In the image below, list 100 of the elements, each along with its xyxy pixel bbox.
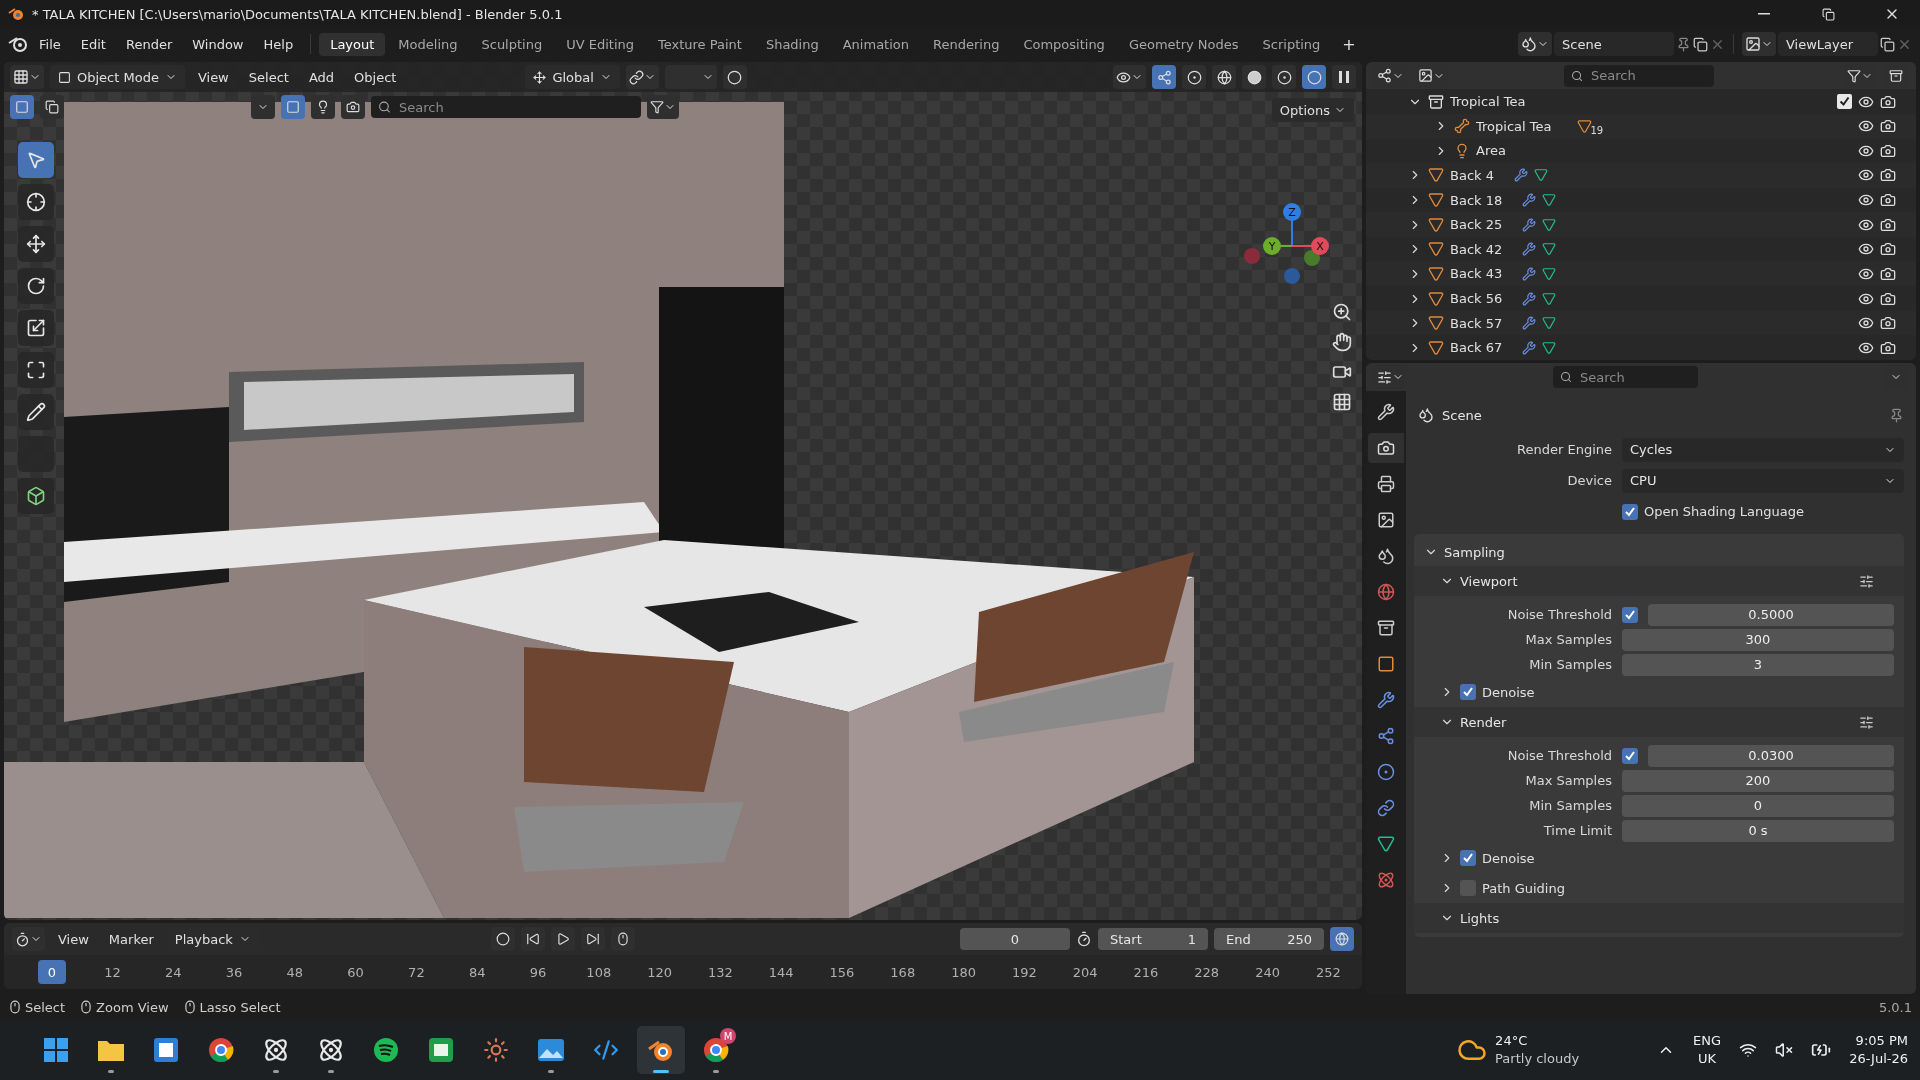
workspace-tab[interactable]: Rendering (922, 32, 1011, 56)
frame-number: 12 (103, 964, 122, 980)
number-field[interactable]: 0.0300 (1648, 744, 1894, 767)
subpanel-title[interactable]: Render (1460, 714, 1507, 730)
end-frame-field[interactable]: End 250 (1214, 928, 1324, 950)
frame-number: 72 (407, 964, 426, 980)
mode-dropdown[interactable]: Object Mode (50, 65, 185, 89)
outliner-item-name[interactable]: Back 18 (1450, 192, 1503, 208)
checkbox-label: Open Shading Language (1644, 504, 1804, 519)
menu-item[interactable]: Edit (71, 33, 115, 55)
panel-title[interactable]: Sampling (1444, 544, 1505, 560)
viewport-menu-item[interactable]: Add (301, 69, 342, 85)
dropdown-field[interactable]: CPU (1622, 468, 1904, 493)
frame-number: 96 (528, 964, 548, 980)
workspace-tab[interactable]: Modeling (387, 32, 469, 56)
frame-number: 24 (163, 964, 183, 980)
frame-number: 48 (285, 964, 305, 980)
mesh-count: 19 (1590, 124, 1604, 136)
taskbar-app[interactable]: M (692, 1026, 740, 1074)
workspace-tab[interactable]: Compositing (1012, 32, 1116, 56)
outliner-item-name[interactable]: Tropical Tea (1476, 118, 1552, 134)
navigation-gizmo[interactable]: Z Y X (1232, 194, 1342, 294)
outliner-item-name[interactable]: Back 43 (1450, 266, 1503, 282)
dropdown-field[interactable]: Cycles (1622, 437, 1904, 462)
outliner-item-name[interactable]: Area (1476, 143, 1506, 159)
outliner-item-name[interactable]: Back 42 (1450, 241, 1503, 257)
workspace-tab[interactable]: Layout (319, 32, 386, 56)
outliner-item-name[interactable]: Tropical Tea (1450, 94, 1526, 110)
viewport-search-field[interactable]: Search (396, 98, 634, 116)
number-field[interactable]: 300 (1622, 628, 1894, 651)
frame-number: 192 (1010, 964, 1038, 980)
current-frame-field[interactable]: 0 (960, 928, 1070, 950)
frame-number: 120 (646, 964, 673, 980)
number-field[interactable]: 0.5000 (1648, 603, 1894, 626)
number-field[interactable]: 3 (1622, 653, 1894, 676)
number-field[interactable]: 200 (1622, 769, 1894, 792)
viewport-menu-item[interactable]: View (190, 69, 236, 85)
viewport-search-box[interactable]: Search (371, 96, 641, 118)
status-hint: Select (25, 999, 66, 1015)
frame-number: 204 (1071, 964, 1099, 980)
timeline-menu-item[interactable]: Marker (101, 931, 161, 947)
frame-number: 240 (1254, 964, 1281, 980)
notification-badge: M (720, 1028, 736, 1044)
outliner-search-box[interactable]: Search (1564, 64, 1714, 87)
viewport-menu-item[interactable]: Object (347, 69, 404, 85)
status-hint: Zoom View (96, 999, 169, 1015)
menu-item[interactable]: Help (254, 33, 303, 55)
frame-number: 168 (889, 964, 917, 980)
clock-time[interactable]: 9:05 PM (1855, 1032, 1908, 1050)
window-title: * TALA KITCHEN [C:\Users\mario\Documents\TALA KITCHEN.blend] - Blender 5.0.1 (32, 6, 564, 22)
field-label: Noise Threshold (1506, 748, 1612, 763)
field-label: Render Engine (1516, 442, 1612, 457)
outliner-item-name[interactable]: Back 67 (1450, 340, 1503, 356)
viewport-menu-item[interactable]: Select (241, 69, 296, 85)
subpanel-title[interactable]: Path Guiding (1482, 880, 1565, 896)
language-indicator[interactable]: UK (1698, 1050, 1717, 1068)
frame-number: 180 (950, 964, 977, 980)
field-label: Time Limit (1542, 823, 1612, 838)
properties-search-field[interactable]: Search (1578, 368, 1691, 386)
version-label: 5.0.1 (1878, 999, 1912, 1015)
workspace-tab[interactable]: Scripting (1251, 32, 1332, 56)
menu-item[interactable]: Render (116, 33, 182, 55)
outliner-search-field[interactable]: Search (1589, 67, 1707, 85)
status-hint: Lasso Select (199, 999, 281, 1015)
clock-date[interactable]: 26-Jul-26 (1849, 1050, 1908, 1068)
timeline-menu-item[interactable]: View (51, 931, 96, 947)
field-label: Device (1566, 473, 1612, 488)
workspace-tab[interactable]: Texture Paint (647, 32, 753, 56)
workspace-tab[interactable]: Animation (831, 32, 920, 56)
workspace-tab[interactable]: Geometry Nodes (1117, 32, 1250, 56)
view-layer-field[interactable]: ViewLayer (1778, 32, 1878, 56)
workspace-tab[interactable]: Sculpting (470, 32, 554, 56)
frame-number: 132 (706, 964, 734, 980)
weather-text: Partly cloudy (1495, 1050, 1580, 1068)
outliner-item-name[interactable]: Back 57 (1450, 315, 1503, 331)
subpanel-title[interactable]: Lights (1460, 910, 1500, 926)
orientation-dropdown[interactable]: Global (525, 65, 620, 89)
menu-item[interactable]: File (30, 33, 70, 55)
number-field[interactable]: 0 (1622, 794, 1894, 817)
temperature: 24°C (1495, 1032, 1528, 1050)
workspace-tab[interactable]: UV Editing (555, 32, 645, 56)
workspace-tab[interactable]: Shading (754, 32, 830, 56)
outliner-item-name[interactable]: Back 56 (1450, 291, 1503, 307)
menu-item[interactable]: Window (183, 33, 253, 55)
properties-search-box[interactable]: Search (1553, 366, 1698, 388)
options-dropdown[interactable]: Options (1271, 98, 1354, 122)
subpanel-title[interactable]: Denoise (1482, 850, 1535, 866)
add-workspace-button[interactable]: + (1333, 31, 1365, 57)
frame-number: 216 (1132, 964, 1160, 980)
number-field[interactable]: 0 s (1622, 819, 1894, 842)
frame-number: 252 (1314, 964, 1342, 980)
playhead[interactable]: 0 (38, 960, 66, 984)
outliner-item-name[interactable]: Back 4 (1450, 168, 1494, 183)
start-frame-field[interactable]: Start 1 (1098, 928, 1208, 950)
subpanel-title[interactable]: Viewport (1460, 573, 1518, 589)
language-indicator[interactable]: ENG (1693, 1032, 1722, 1050)
subpanel-title[interactable]: Denoise (1482, 684, 1535, 700)
outliner-item-name[interactable]: Back 25 (1450, 217, 1503, 233)
scene-field[interactable]: Scene (1554, 32, 1674, 56)
frame-number: 60 (346, 964, 365, 980)
